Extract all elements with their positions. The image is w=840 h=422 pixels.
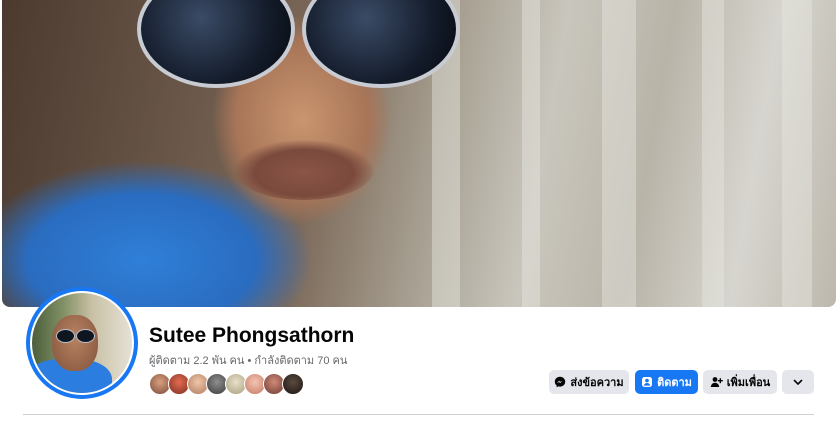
follower-stats[interactable]: ผู้ติดตาม 2.2 พัน คน • กำลังติดตาม 70 คน [149, 351, 347, 369]
follow-icon [641, 376, 653, 388]
add-friend-label: เพิ่มเพื่อน [726, 377, 771, 389]
messenger-icon [554, 376, 566, 388]
add-friend-button[interactable]: เพิ่มเพื่อน [703, 370, 777, 394]
profile-picture[interactable] [26, 287, 138, 399]
message-label: ส่งข้อความ [570, 377, 624, 389]
message-button[interactable]: ส่งข้อความ [549, 370, 629, 394]
profile-name: Sutee Phongsathorn [149, 324, 355, 347]
follow-button[interactable]: ติดตาม [635, 370, 698, 394]
add-friend-icon [710, 376, 723, 388]
header-divider [23, 414, 814, 415]
more-options-button[interactable] [782, 370, 814, 394]
friend-avatar[interactable] [282, 373, 304, 395]
cover-photo[interactable] [2, 0, 836, 307]
follow-label: ติดตาม [657, 377, 692, 389]
avatar [32, 293, 132, 393]
chevron-down-icon [793, 379, 803, 386]
